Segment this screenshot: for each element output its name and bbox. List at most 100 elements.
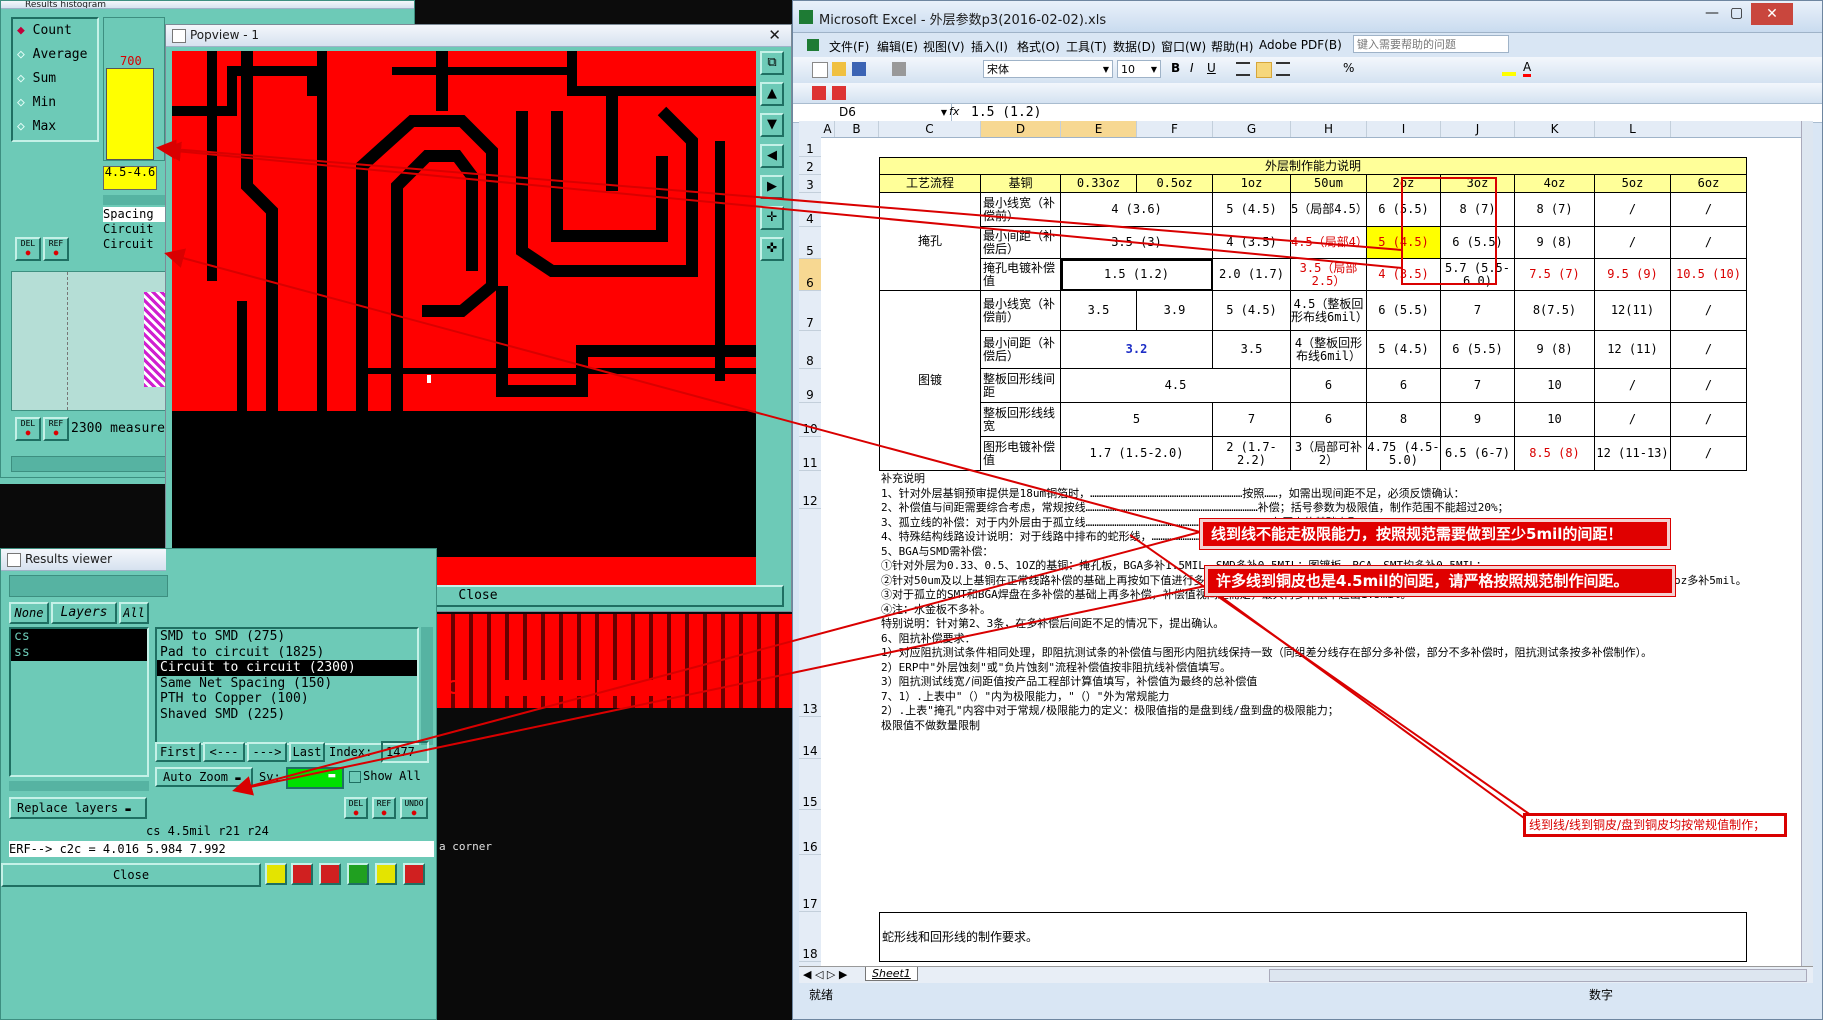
table-cell[interactable]: / [1671,193,1747,227]
table-cell[interactable]: 10 [1515,403,1595,437]
replace-layers-dropdown[interactable]: Replace layers ▬ [9,797,147,819]
fill-color-icon[interactable] [1502,62,1516,76]
viewer-close-button[interactable]: Close [1,863,261,887]
table-cell[interactable]: 6 [1291,403,1367,437]
menu-adobe-pdf[interactable]: Adobe PDF(B) [1259,38,1342,52]
table-cell[interactable]: 7 [1441,291,1515,331]
menu-tools[interactable]: 工具(T) [1066,38,1107,55]
table-cell[interactable]: 5 (4.5) [1367,227,1441,259]
close-icon[interactable]: ✕ [1751,3,1793,25]
table-cell[interactable]: 10 [1515,369,1595,403]
histogram-del-button[interactable]: DEL ● [15,237,41,261]
index-field[interactable]: 1477 [381,741,429,763]
menu-file[interactable]: 文件(F) [829,38,869,55]
pcb-zoom-view[interactable] [172,51,756,605]
first-button[interactable]: First [155,742,201,762]
align-center-icon[interactable] [1256,62,1272,78]
excel-doc-icon[interactable] [807,39,819,51]
table-cell[interactable]: 9 (8) [1515,331,1595,369]
column-header[interactable]: F [1137,121,1213,137]
group-label[interactable]: 掩孔 [879,193,981,291]
font-name-select[interactable]: 宋体 ▼ [983,60,1113,78]
result-item[interactable]: Pad to circuit (1825) [157,645,417,661]
underline-icon[interactable]: U [1207,61,1216,75]
table-cell[interactable]: 6 [1367,369,1441,403]
new-icon[interactable] [812,62,828,78]
table-cell[interactable]: 5 [1061,403,1213,437]
row-label[interactable]: 整板回形线间距 [981,369,1061,403]
table-cell[interactable]: 3.5 (3) [1061,227,1213,259]
table-cell[interactable]: 2 (1.7-2.2) [1213,437,1291,471]
column-header[interactable]: D [981,121,1061,137]
row-header[interactable]: 12 [799,471,821,509]
table-cell[interactable]: 6 (5.5) [1441,227,1515,259]
menu-window[interactable]: 窗口(W) [1161,38,1206,55]
viewer-del-button[interactable]: DEL ● [344,797,368,819]
column-header[interactable]: E [1061,121,1137,137]
row-header[interactable]: 18 [799,912,821,962]
row-header[interactable]: 17 [799,855,821,912]
header-cell[interactable]: 0.33oz [1061,175,1137,193]
table-cell[interactable]: 8 [1367,403,1441,437]
row-label[interactable]: 整板回形线线宽 [981,403,1061,437]
column-header[interactable]: G [1213,121,1291,137]
table-cell[interactable]: 1.7 (1.5-2.0) [1061,437,1213,471]
option-count[interactable]: ◆ Count [17,23,72,38]
print-icon[interactable] [892,62,906,76]
table-cell[interactable]: 3.5 [1061,291,1137,331]
tool-icon[interactable] [319,863,341,885]
row-header[interactable]: 13 [799,509,821,717]
row-header[interactable]: 7 [799,291,821,331]
histogram-del-button-2[interactable]: DEL ● [15,417,41,441]
pan-up-icon[interactable]: ▲ [760,82,784,106]
row-header[interactable]: 9 [799,369,821,403]
column-header[interactable]: H [1291,121,1367,137]
table-cell[interactable]: / [1595,227,1671,259]
result-item[interactable]: Shaved SMD (225) [157,707,417,723]
viewer-ref-button[interactable]: REF ● [372,797,396,819]
table-cell[interactable]: 3.5（局部2.5） [1291,259,1367,291]
table-cell[interactable]: 3（局部可补2） [1291,437,1367,471]
menu-view[interactable]: 视图(V) [923,38,965,55]
percent-icon[interactable]: % [1343,61,1354,75]
histogram-ref-button[interactable]: REF ● [43,237,69,261]
table-cell[interactable]: 5（局部4.5） [1291,193,1367,227]
option-min[interactable]: ◇ Min [17,95,56,110]
table-cell[interactable]: 4 (3.5) [1213,227,1291,259]
auto-zoom-dropdown[interactable]: Auto Zoom ▬ [155,767,253,787]
tool-icon[interactable] [403,863,425,885]
row-header[interactable]: 14 [799,717,821,759]
row-header[interactable]: 4 [799,193,821,227]
row-header[interactable]: 16 [799,810,821,855]
italic-icon[interactable]: I [1190,61,1194,75]
table-cell[interactable]: 6 (5.5) [1367,291,1441,331]
menu-help[interactable]: 帮助(H) [1211,38,1253,55]
table-cell[interactable]: 9 (8) [1515,227,1595,259]
header-cell[interactable]: 2oz [1367,175,1441,193]
option-max[interactable]: ◇ Max [17,119,56,134]
results-list-vscroll[interactable] [421,627,433,745]
table-cell[interactable]: 7 [1441,369,1515,403]
result-item[interactable]: SMD to SMD (275) [157,629,417,645]
row-label[interactable]: 图形电镀补偿值 [981,437,1061,471]
table-cell[interactable]: 3.9 [1137,291,1213,331]
next-button[interactable]: ---> [247,742,287,762]
layer-list-scrollbar[interactable] [9,781,149,791]
result-item[interactable]: Same Net Spacing (150) [157,676,417,692]
tool-icon[interactable] [291,863,313,885]
table-cell[interactable]: 3.2 [1061,331,1213,369]
help-search-input[interactable]: 键入需要帮助的问题 [1353,35,1509,53]
tool-icon[interactable] [347,863,369,885]
header-cell[interactable]: 工艺流程 [879,175,981,193]
table-cell[interactable]: 4 (3.6) [1061,193,1213,227]
pan-left-icon[interactable]: ◀ [760,144,784,168]
table-cell[interactable]: 5 (4.5) [1213,193,1291,227]
table-cell[interactable]: / [1671,291,1747,331]
table-cell[interactable]: 12 (11-13) [1595,437,1671,471]
table-cell[interactable]: 12(11) [1595,291,1671,331]
row-header[interactable]: 2 [799,157,821,175]
table-cell[interactable]: 4.5（整板回形布线6mil） [1291,291,1367,331]
row-label[interactable]: 最小线宽（补偿前） [981,291,1061,331]
note-19[interactable]: 蛇形线和回形线的制作要求。 [879,912,1747,962]
name-box[interactable]: D6 ▼ [833,104,952,121]
